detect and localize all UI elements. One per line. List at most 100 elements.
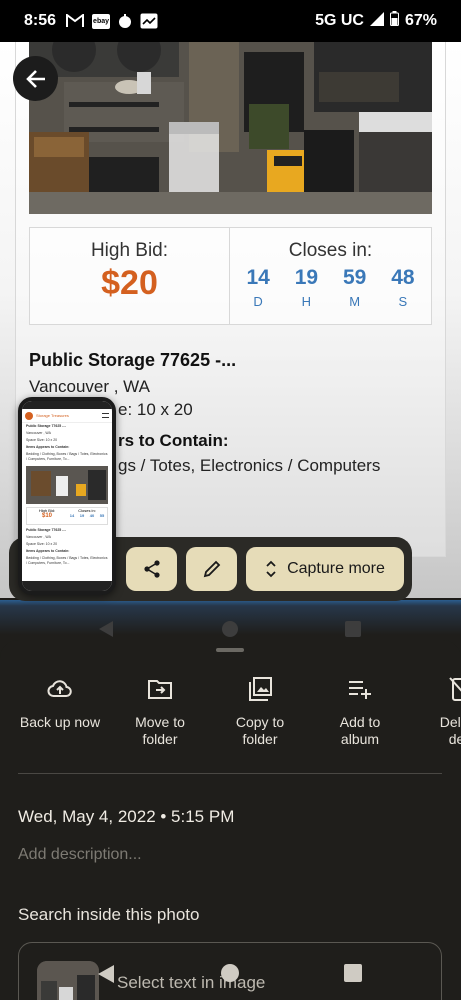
back-button[interactable] <box>13 56 58 101</box>
closes-in-section: Closes in: 14 D 19 H 59 M 48 S <box>230 228 431 324</box>
arrow-left-icon <box>25 69 45 88</box>
add-to-album-action[interactable]: Add to album <box>310 670 410 748</box>
thumb-menu-icon <box>102 413 109 418</box>
nav-back-icon[interactable] <box>98 965 114 983</box>
sheet-actions: Back up now Move to folder Copy to folde… <box>0 670 461 780</box>
countdown: 14 D 19 H 59 M 48 S <box>230 266 431 309</box>
photo-datetime[interactable]: Wed, May 4, 2022 • 5:15 PM <box>18 807 234 827</box>
thumb-size: Space Size: 10 x 20 <box>26 438 58 442</box>
thumb-closes: Closes in: 14 19 40 55 <box>67 508 107 524</box>
thumb-title-2: Public Storage 77625 -... <box>26 528 67 532</box>
capture-more-button[interactable]: Capture more <box>246 547 404 591</box>
thumb-contents: Bedding / Clothing, Boxes / Bags / Totes… <box>26 452 108 461</box>
copy-to-folder-label-2: folder <box>242 731 278 747</box>
screen: 8:56 ebay 5G UC 67% High Bid: $20 Closes… <box>0 0 461 1000</box>
share-button[interactable] <box>126 547 177 591</box>
countdown-minutes: 59 M <box>331 266 379 309</box>
photo-details-sheet: Back up now Move to folder Copy to folde… <box>0 640 461 1000</box>
back-up-now-label: Back up now <box>19 714 101 730</box>
nav-back-icon-dim <box>99 621 113 637</box>
delete-from-device-label-2: dev <box>448 731 461 747</box>
capture-more-label: Capture more <box>287 560 385 577</box>
sheet-drag-handle[interactable] <box>216 648 244 652</box>
thumb-bid-value: $10 <box>41 513 52 519</box>
battery-icon <box>389 11 399 31</box>
back-up-now-action[interactable]: Back up now <box>10 670 110 731</box>
thumb-logo-icon <box>25 411 33 420</box>
thumb-location-2: Vancouver , WA <box>26 535 51 539</box>
nav-recents-icon-dim <box>345 621 361 637</box>
storage-unit-photo <box>29 42 432 214</box>
thumb-title: Public Storage 77625 -... <box>26 424 67 428</box>
capture-thumbnail[interactable]: Storage Treasures Public Storage 77625 -… <box>18 397 116 595</box>
high-bid-value: $20 <box>101 264 158 302</box>
countdown-seconds-value: 48 <box>391 266 415 289</box>
countdown-seconds: 48 S <box>379 266 427 309</box>
thumb-bid-box: High Bid: $10 Closes in: 14 19 40 55 <box>26 507 108 525</box>
thumb-cd-days: 14 <box>69 513 75 518</box>
sheet-divider <box>18 773 442 774</box>
thumb-nav-bar <box>22 581 112 591</box>
listing-contents-heading: rs to Contain: <box>118 431 229 450</box>
countdown-seconds-unit: S <box>398 294 408 309</box>
ebay-icon: ebay <box>92 13 111 29</box>
thumb-location: Vancouver , WA <box>26 431 51 435</box>
high-bid-section: High Bid: $20 <box>30 228 230 324</box>
thumb-status-bar <box>22 401 112 409</box>
copy-to-folder-label-1: Copy to <box>235 714 285 730</box>
countdown-days-value: 14 <box>246 266 270 289</box>
thumb-size-2: Space Size: 10 x 20 <box>26 542 58 546</box>
status-time: 8:56 <box>24 12 57 29</box>
signal-icon <box>369 11 384 31</box>
network-label: 5G UC <box>315 12 364 29</box>
status-bar: 8:56 ebay 5G UC 67% <box>0 0 461 42</box>
pencil-icon <box>203 560 220 578</box>
countdown-minutes-unit: M <box>349 294 361 309</box>
add-to-album-icon <box>310 670 410 708</box>
countdown-days: 14 D <box>234 266 282 309</box>
gmail-icon <box>66 13 85 29</box>
thumb-cd-minutes: 40 <box>89 513 95 518</box>
add-to-album-label-2: album <box>340 731 380 747</box>
edit-button[interactable] <box>186 547 237 591</box>
delete-from-device-label-1: Delete <box>439 714 461 730</box>
select-text-label: Select text in image <box>117 973 266 992</box>
move-to-folder-label-2: folder <box>142 731 178 747</box>
cloud-upload-icon <box>10 670 110 708</box>
countdown-days-unit: D <box>253 294 263 309</box>
countdown-hours-value: 19 <box>294 266 319 289</box>
closes-in-label: Closes in: <box>288 240 373 261</box>
high-bid-label: High Bid: <box>90 240 169 261</box>
countdown-hours-unit: H <box>301 294 312 309</box>
bid-box: High Bid: $20 Closes in: 14 D 19 H 59 M 48 S <box>29 227 432 325</box>
thumb-header: Storage Treasures <box>22 409 112 423</box>
thumb-cd-seconds: 55 <box>99 513 105 518</box>
search-photo-thumbnail <box>37 961 99 1000</box>
move-folder-icon <box>110 670 210 708</box>
move-to-folder-action[interactable]: Move to folder <box>110 670 210 748</box>
thumb-bid: High Bid: $10 <box>27 508 67 524</box>
status-right: 5G UC 67% <box>315 11 437 31</box>
delete-device-icon <box>410 670 461 708</box>
listing-size: e: 10 x 20 <box>118 400 193 419</box>
nav-home-icon[interactable] <box>221 964 239 982</box>
countdown-hours: 19 H <box>282 266 330 309</box>
thumb-contents-heading: Items Appears to Contain: <box>26 445 70 449</box>
add-to-album-label-1: Add to <box>339 714 381 730</box>
notification-icon <box>118 13 132 29</box>
news-icon <box>140 13 158 29</box>
delete-from-device-action[interactable]: Delete dev <box>410 670 461 748</box>
nav-recents-icon[interactable] <box>344 964 362 982</box>
countdown-minutes-value: 59 <box>342 266 367 289</box>
share-icon <box>143 560 160 578</box>
listing-location: Vancouver , WA <box>29 377 150 396</box>
thumb-contents-2: Bedding / Clothing, Boxes / Bags / Totes… <box>26 556 108 565</box>
battery-percent: 67% <box>404 12 437 29</box>
copy-to-folder-action[interactable]: Copy to folder <box>210 670 310 748</box>
thumb-countdown: 14 19 40 55 <box>67 513 107 518</box>
add-description-field[interactable]: Add description... <box>18 846 142 864</box>
thumb-logo-text: Storage Treasures <box>36 413 69 418</box>
nav-home-icon-dim <box>222 621 238 637</box>
search-inside-photo-heading: Search inside this photo <box>18 905 200 924</box>
listing-contents: gs / Totes, Electronics / Computers <box>118 456 381 475</box>
